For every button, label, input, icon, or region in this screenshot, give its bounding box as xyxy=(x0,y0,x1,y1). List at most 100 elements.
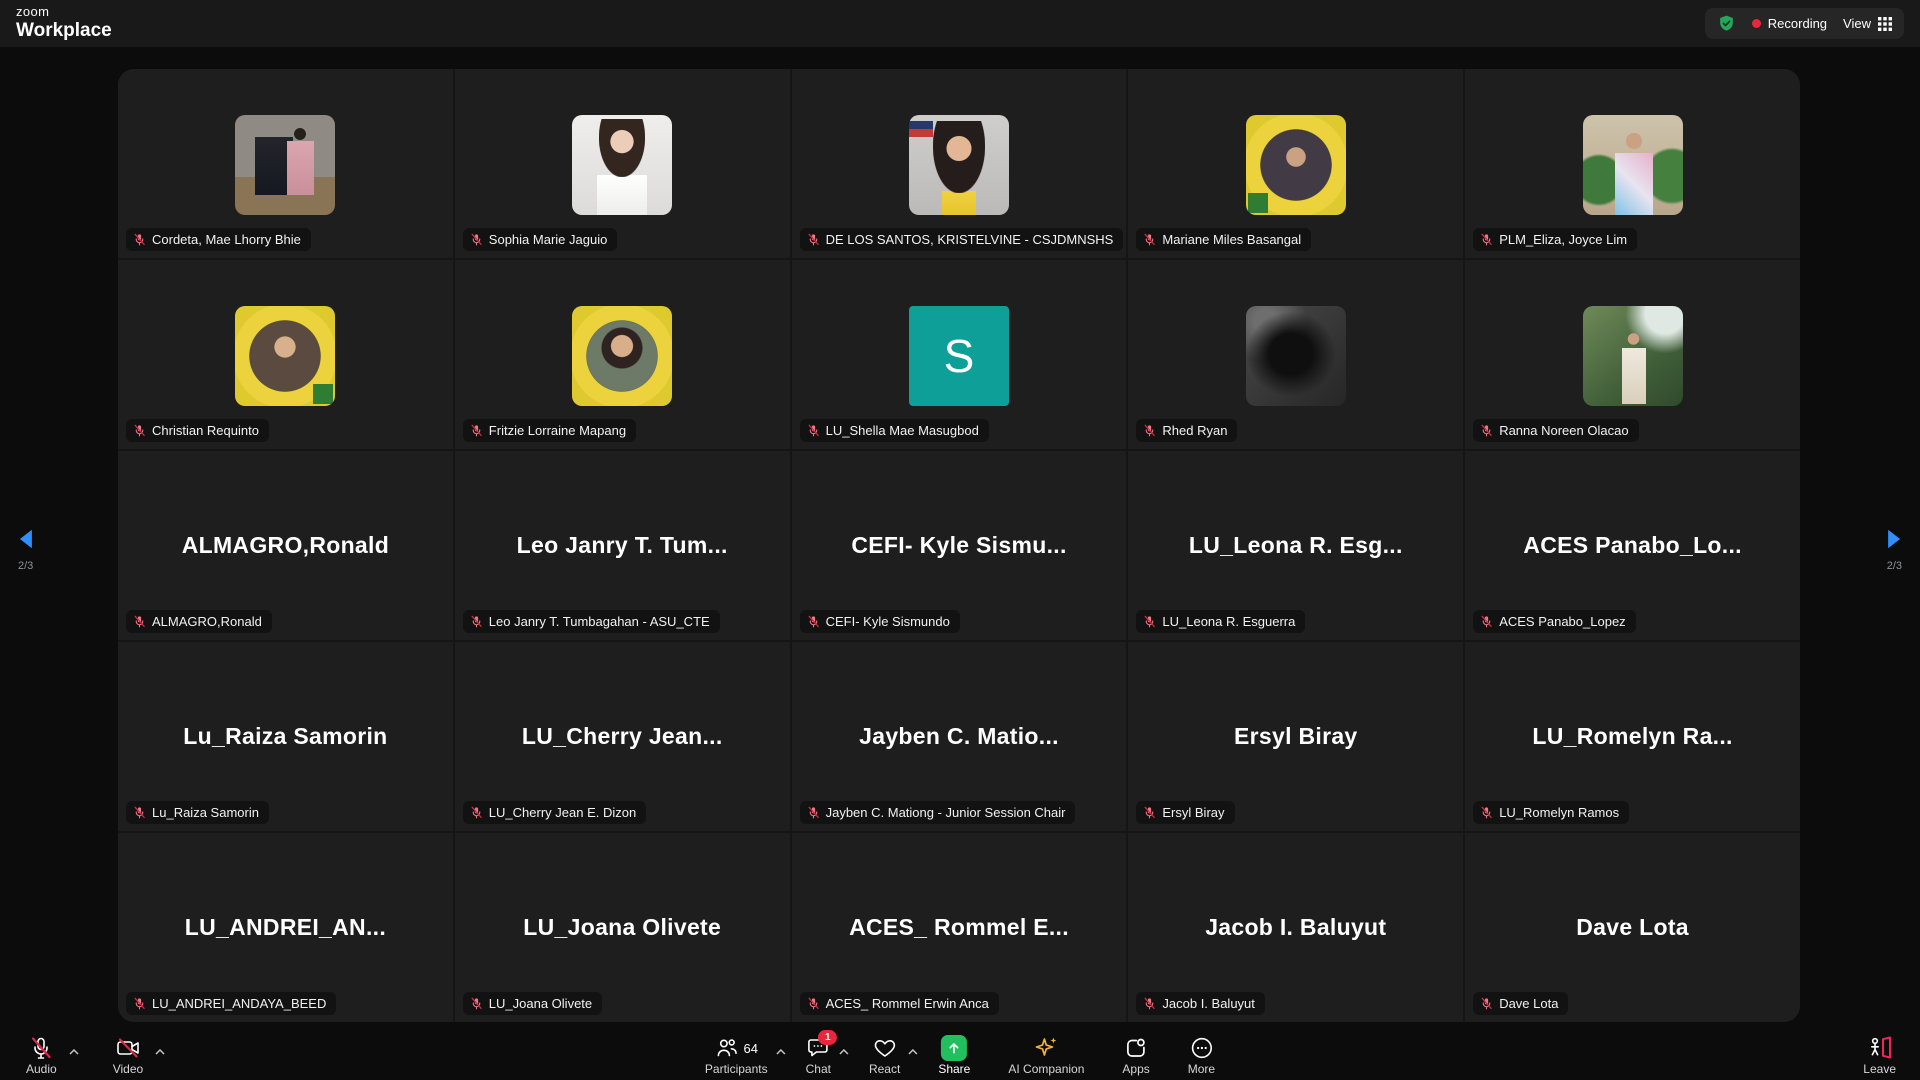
ai-companion-button[interactable]: AI Companion xyxy=(1008,1035,1084,1075)
participant-tile[interactable]: ALMAGRO,Ronald ALMAGRO,Ronald xyxy=(118,451,453,640)
gallery-grid: Cordeta, Mae Lhorry Bhie Sophia Marie Ja… xyxy=(118,69,1800,1022)
participant-tile[interactable]: LU_Joana Olivete LU_Joana Olivete xyxy=(455,833,790,1022)
participant-nameplate: Jacob I. Baluyut xyxy=(1136,992,1265,1015)
nav-arrow-left-icon xyxy=(14,526,40,552)
participant-name-label: Dave Lota xyxy=(1499,996,1558,1011)
participant-name-label: Sophia Marie Jaguio xyxy=(489,232,608,247)
participant-tile[interactable]: Jayben C. Matio... Jayben C. Mationg - J… xyxy=(792,642,1127,831)
previous-page-button[interactable] xyxy=(12,524,42,554)
participant-name-label: LU_ANDREI_ANDAYA_BEED xyxy=(152,996,326,1011)
participant-avatar xyxy=(1246,115,1346,215)
video-button[interactable]: Video xyxy=(113,1035,143,1075)
participant-tile[interactable]: S LU_Shella Mae Masugbod xyxy=(792,260,1127,449)
participant-tile[interactable]: DE LOS SANTOS, KRISTELVINE - CSJDMNSHS xyxy=(792,69,1127,258)
participant-name-label: DE LOS SANTOS, KRISTELVINE - CSJDMNSHS xyxy=(826,232,1114,247)
participant-avatar xyxy=(235,115,335,215)
participant-tile[interactable]: LU_Romelyn Ra... LU_Romelyn Ramos xyxy=(1465,642,1800,831)
apps-label: Apps xyxy=(1122,1063,1149,1075)
participant-tile[interactable]: Ranna Noreen Olacao xyxy=(1465,260,1800,449)
participant-nameplate: Jayben C. Mationg - Junior Session Chair xyxy=(800,801,1076,824)
react-label: React xyxy=(869,1063,900,1075)
mic-muted-icon xyxy=(470,997,483,1010)
mic-muted-icon xyxy=(1480,233,1493,246)
participant-tile[interactable]: LU_Cherry Jean... LU_Cherry Jean E. Dizo… xyxy=(455,642,790,831)
participant-name-label: Cordeta, Mae Lhorry Bhie xyxy=(152,232,301,247)
participant-name-label: LU_Romelyn Ramos xyxy=(1499,805,1619,820)
participant-name-label: ALMAGRO,Ronald xyxy=(152,614,262,629)
mic-muted-icon xyxy=(807,997,820,1010)
mic-muted-icon xyxy=(1480,424,1493,437)
more-button[interactable]: More xyxy=(1188,1035,1215,1075)
participant-tile[interactable]: Christian Requinto xyxy=(118,260,453,449)
audio-button[interactable]: Audio xyxy=(26,1035,57,1075)
mic-muted-icon xyxy=(1143,806,1156,819)
share-button[interactable]: Share xyxy=(938,1035,970,1075)
participant-tile[interactable]: Sophia Marie Jaguio xyxy=(455,69,790,258)
next-page-button[interactable] xyxy=(1878,524,1908,554)
participants-count: 64 xyxy=(744,1041,758,1056)
mic-muted-icon xyxy=(133,233,146,246)
participant-nameplate: Ersyl Biray xyxy=(1136,801,1234,824)
participant-tile[interactable]: Leo Janry T. Tum... Leo Janry T. Tumbaga… xyxy=(455,451,790,640)
participant-tile[interactable]: PLM_Eliza, Joyce Lim xyxy=(1465,69,1800,258)
participant-nameplate: Christian Requinto xyxy=(126,419,269,442)
leave-door-icon xyxy=(1867,1036,1893,1060)
participant-name-label: LU_Joana Olivete xyxy=(489,996,592,1011)
video-label: Video xyxy=(113,1063,143,1075)
participants-button[interactable]: 64 Participants xyxy=(705,1035,768,1075)
mic-muted-icon xyxy=(1480,615,1493,628)
participant-tile[interactable]: Dave Lota Dave Lota xyxy=(1465,833,1800,1022)
chat-button[interactable]: 1 Chat xyxy=(806,1035,831,1075)
participant-nameplate: ACES Panabo_Lopez xyxy=(1473,610,1635,633)
more-ellipsis-icon xyxy=(1189,1036,1213,1060)
participant-tile[interactable]: Fritzie Lorraine Mapang xyxy=(455,260,790,449)
participant-nameplate: Mariane Miles Basangal xyxy=(1136,228,1311,251)
participant-name-label: Ersyl Biray xyxy=(1162,805,1224,820)
participant-tile[interactable]: Ersyl Biray Ersyl Biray xyxy=(1128,642,1463,831)
recording-indicator[interactable]: Recording xyxy=(1752,16,1827,31)
participant-tile[interactable]: LU_ANDREI_AN... LU_ANDREI_ANDAYA_BEED xyxy=(118,833,453,1022)
participant-tile[interactable]: CEFI- Kyle Sismu... CEFI- Kyle Sismundo xyxy=(792,451,1127,640)
participant-nameplate: LU_Romelyn Ramos xyxy=(1473,801,1629,824)
apps-button[interactable]: Apps xyxy=(1122,1035,1149,1075)
audio-menu-chevron[interactable] xyxy=(69,1042,79,1060)
participant-nameplate: LU_Cherry Jean E. Dizon xyxy=(463,801,646,824)
participant-nameplate: Sophia Marie Jaguio xyxy=(463,228,618,251)
mic-muted-icon xyxy=(1480,997,1493,1010)
leave-button[interactable]: Leave xyxy=(1863,1035,1896,1075)
audio-label: Audio xyxy=(26,1063,57,1075)
participant-nameplate: CEFI- Kyle Sismundo xyxy=(800,610,960,633)
participant-tile[interactable]: Jacob I. Baluyut Jacob I. Baluyut xyxy=(1128,833,1463,1022)
security-shield-icon[interactable] xyxy=(1717,14,1736,33)
view-label: View xyxy=(1843,16,1871,31)
video-menu-chevron[interactable] xyxy=(155,1042,165,1060)
participant-avatar xyxy=(1583,306,1683,406)
participant-nameplate: Leo Janry T. Tumbagahan - ASU_CTE xyxy=(463,610,720,633)
participant-nameplate: PLM_Eliza, Joyce Lim xyxy=(1473,228,1637,251)
participant-tile[interactable]: Mariane Miles Basangal xyxy=(1128,69,1463,258)
react-button[interactable]: React xyxy=(869,1035,900,1075)
react-heart-icon xyxy=(873,1036,897,1060)
participant-tile[interactable]: Cordeta, Mae Lhorry Bhie xyxy=(118,69,453,258)
participants-menu-chevron[interactable] xyxy=(776,1042,786,1060)
participants-label: Participants xyxy=(705,1063,768,1075)
page-indicator-right: 2/3 xyxy=(1887,560,1902,572)
participant-nameplate: Ranna Noreen Olacao xyxy=(1473,419,1638,442)
chat-menu-chevron[interactable] xyxy=(839,1042,849,1060)
participant-tile[interactable]: ACES Panabo_Lo... ACES Panabo_Lopez xyxy=(1465,451,1800,640)
ai-companion-label: AI Companion xyxy=(1008,1063,1084,1075)
view-grid-icon xyxy=(1878,17,1892,31)
participant-name-label: LU_Shella Mae Masugbod xyxy=(826,423,979,438)
chat-unread-badge: 1 xyxy=(818,1030,837,1045)
top-bar: zoom Workplace Recording View xyxy=(0,0,1920,47)
mic-muted-icon xyxy=(470,233,483,246)
participant-tile[interactable]: Rhed Ryan xyxy=(1128,260,1463,449)
react-menu-chevron[interactable] xyxy=(908,1042,918,1060)
participant-tile[interactable]: ACES_ Rommel E... ACES_ Rommel Erwin Anc… xyxy=(792,833,1127,1022)
participant-name-label: Leo Janry T. Tumbagahan - ASU_CTE xyxy=(489,614,710,629)
view-button[interactable]: View xyxy=(1843,16,1892,31)
bottom-toolbar: Audio Video 64 Partic xyxy=(0,1028,1920,1080)
participant-tile[interactable]: Lu_Raiza Samorin Lu_Raiza Samorin xyxy=(118,642,453,831)
participant-name-label: Lu_Raiza Samorin xyxy=(152,805,259,820)
participant-tile[interactable]: LU_Leona R. Esg... LU_Leona R. Esguerra xyxy=(1128,451,1463,640)
